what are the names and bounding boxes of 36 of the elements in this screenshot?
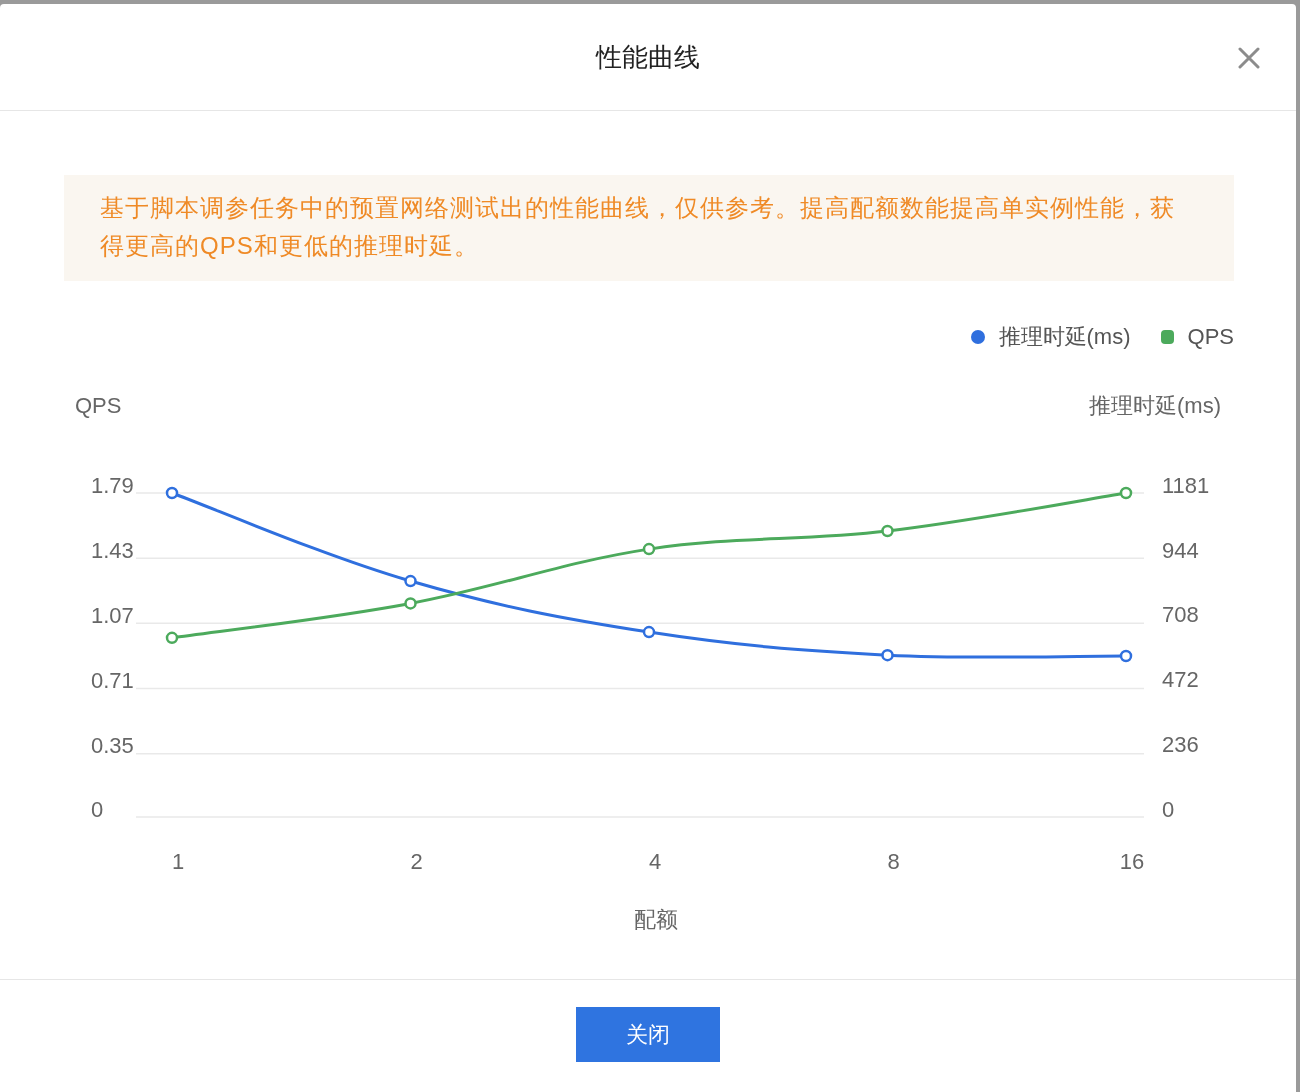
dialog-title: 性能曲线 bbox=[596, 40, 700, 74]
axis-tick-label: 0.71 bbox=[91, 668, 134, 693]
axis-tick-label: 4 bbox=[648, 848, 662, 874]
axis-tick-label: 708 bbox=[1162, 602, 1199, 628]
axis-title: 推理时延(ms) bbox=[1089, 392, 1221, 418]
axis-tick-label: 0 bbox=[1162, 796, 1175, 822]
data-point bbox=[642, 542, 656, 556]
data-point bbox=[404, 574, 417, 588]
data-point bbox=[404, 597, 417, 610]
axis-tick-label: 8 bbox=[887, 848, 900, 874]
axis-tick-label: 16 bbox=[1119, 848, 1145, 874]
axis-tick-label: 944 bbox=[1162, 537, 1199, 563]
axis-tick-label: 472 bbox=[1162, 667, 1199, 692]
legend-label[interactable]: QPS bbox=[1187, 324, 1234, 350]
close-icon[interactable] bbox=[1238, 47, 1260, 69]
axis-tick-label: 2 bbox=[410, 848, 423, 874]
axis-title: QPS bbox=[75, 392, 122, 418]
axis-tick-label: 0.35 bbox=[91, 733, 134, 759]
data-point bbox=[165, 631, 179, 645]
close-button[interactable]: 关闭 bbox=[576, 1007, 720, 1062]
axis-tick-label: 1 bbox=[171, 848, 185, 874]
data-point bbox=[165, 486, 179, 500]
axis-tick-label: 236 bbox=[1162, 731, 1199, 757]
data-point bbox=[1119, 486, 1133, 500]
axis-tick-label: 1.43 bbox=[91, 537, 134, 563]
axis-tick-label: 1.79 bbox=[91, 472, 134, 498]
data-point bbox=[1119, 649, 1133, 663]
legend-label[interactable]: 推理时延(ms) bbox=[998, 322, 1131, 352]
axis-tick-label: 1181 bbox=[1162, 472, 1210, 498]
data-point bbox=[642, 625, 656, 639]
notice-text: 基于脚本调参任务中的预置网络测试出的性能曲线，仅供参考。提高配额数能提高单实例性能，获得更高的QPS和更低的推理时延。 bbox=[64, 175, 1234, 281]
data-point bbox=[881, 648, 894, 662]
axis-tick-label: 0 bbox=[91, 796, 104, 822]
data-point bbox=[881, 524, 894, 538]
axis-tick-label: 1.07 bbox=[91, 602, 134, 628]
axis-title: 配额 bbox=[634, 906, 678, 932]
